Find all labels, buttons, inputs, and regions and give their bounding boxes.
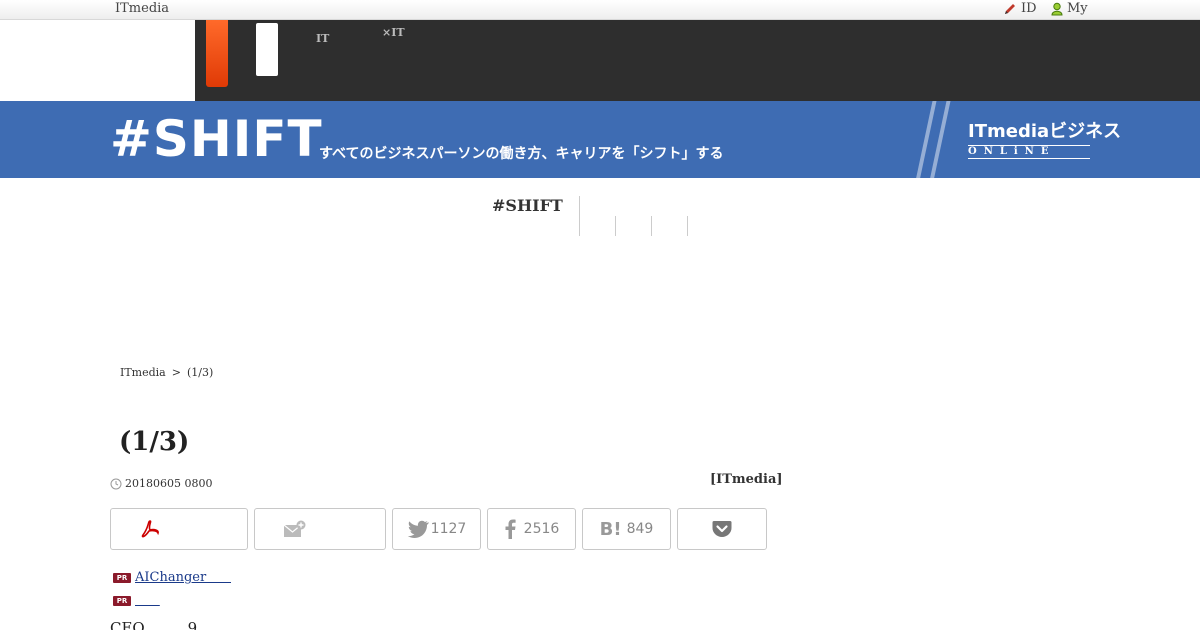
pr-link-item: PR bbox=[113, 593, 160, 608]
user-icon bbox=[1051, 2, 1063, 15]
facebook-count: 2516 bbox=[523, 521, 560, 537]
breadcrumb: ITmedia > (1/3) bbox=[120, 366, 213, 379]
id-link-label: ID bbox=[1021, 1, 1037, 16]
my-link[interactable]: My bbox=[1051, 1, 1088, 16]
article-byline: [ITmedia] bbox=[710, 472, 783, 487]
pdf-icon bbox=[141, 520, 159, 538]
hatena-count: 849 bbox=[626, 521, 654, 537]
nav-item-1-sub: IT bbox=[316, 32, 330, 45]
facebook-icon bbox=[505, 519, 516, 539]
pr-badge: PR bbox=[113, 595, 131, 606]
email-share-button[interactable] bbox=[254, 508, 386, 550]
pr-link[interactable]: AIChanger bbox=[135, 570, 231, 585]
pdf-button[interactable] bbox=[110, 508, 248, 550]
article-date: 20180605 0800 bbox=[125, 477, 213, 490]
shift-banner[interactable]: #SHIFT すべてのビジネスパーソンの働き方、キャリアを「シフト」する ITm… bbox=[0, 101, 1200, 178]
twitter-icon bbox=[407, 520, 429, 538]
subnav-tab[interactable] bbox=[580, 216, 616, 236]
twitter-count: 1127 bbox=[430, 521, 467, 537]
subnav-title[interactable]: #SHIFT bbox=[492, 196, 563, 215]
pencil-icon bbox=[1005, 3, 1015, 14]
mail-plus-icon bbox=[283, 520, 306, 537]
id-link[interactable]: ID bbox=[1003, 1, 1037, 16]
subnav-tab[interactable] bbox=[616, 216, 652, 236]
pocket-button[interactable] bbox=[677, 508, 767, 550]
pr-link[interactable] bbox=[135, 593, 160, 608]
service-nav: IT ×IT bbox=[195, 20, 1200, 101]
top-bar: ITmedia ID My bbox=[0, 0, 1200, 20]
facebook-share-button[interactable]: 2516 bbox=[487, 508, 576, 550]
article-title: (1/3) bbox=[119, 427, 190, 457]
logo-main: ITmediaビジネス bbox=[968, 121, 1122, 142]
shift-logo: #SHIFT bbox=[110, 110, 323, 168]
white-tab[interactable] bbox=[256, 23, 278, 76]
subnav-tab[interactable] bbox=[652, 216, 688, 236]
orange-tab[interactable] bbox=[206, 20, 228, 87]
pr-link-item: PR AIChanger bbox=[113, 570, 231, 585]
pocket-icon bbox=[712, 521, 732, 537]
clock-icon bbox=[110, 478, 122, 489]
breadcrumb-current: (1/3) bbox=[186, 366, 214, 379]
breadcrumb-home[interactable]: ITmedia bbox=[120, 366, 166, 379]
itmedia-home-link[interactable]: ITmedia bbox=[115, 1, 169, 16]
twitter-share-button[interactable]: 1127 bbox=[392, 508, 481, 550]
nav-item-2[interactable]: ×IT bbox=[382, 26, 405, 40]
hatena-bookmark-button[interactable]: B! 849 bbox=[582, 508, 671, 550]
article-dateline: 20180605 0800 bbox=[110, 477, 212, 490]
banner-tagline: すべてのビジネスパーソンの働き方、キャリアを「シフト」する bbox=[319, 146, 724, 162]
logo-online: ONLiNE bbox=[968, 145, 1090, 159]
nav-item-2-sub: ×IT bbox=[382, 26, 405, 39]
nav-item-1[interactable]: IT bbox=[316, 26, 329, 46]
hatena-bookmark-icon: B! bbox=[599, 518, 622, 540]
pr-badge: PR bbox=[113, 572, 131, 583]
my-link-label: My bbox=[1067, 1, 1088, 16]
itmedia-business-logo: ITmediaビジネス ONLiNE bbox=[968, 121, 1121, 159]
breadcrumb-separator: > bbox=[171, 366, 181, 379]
article-body: CEO 9 bbox=[110, 619, 198, 630]
